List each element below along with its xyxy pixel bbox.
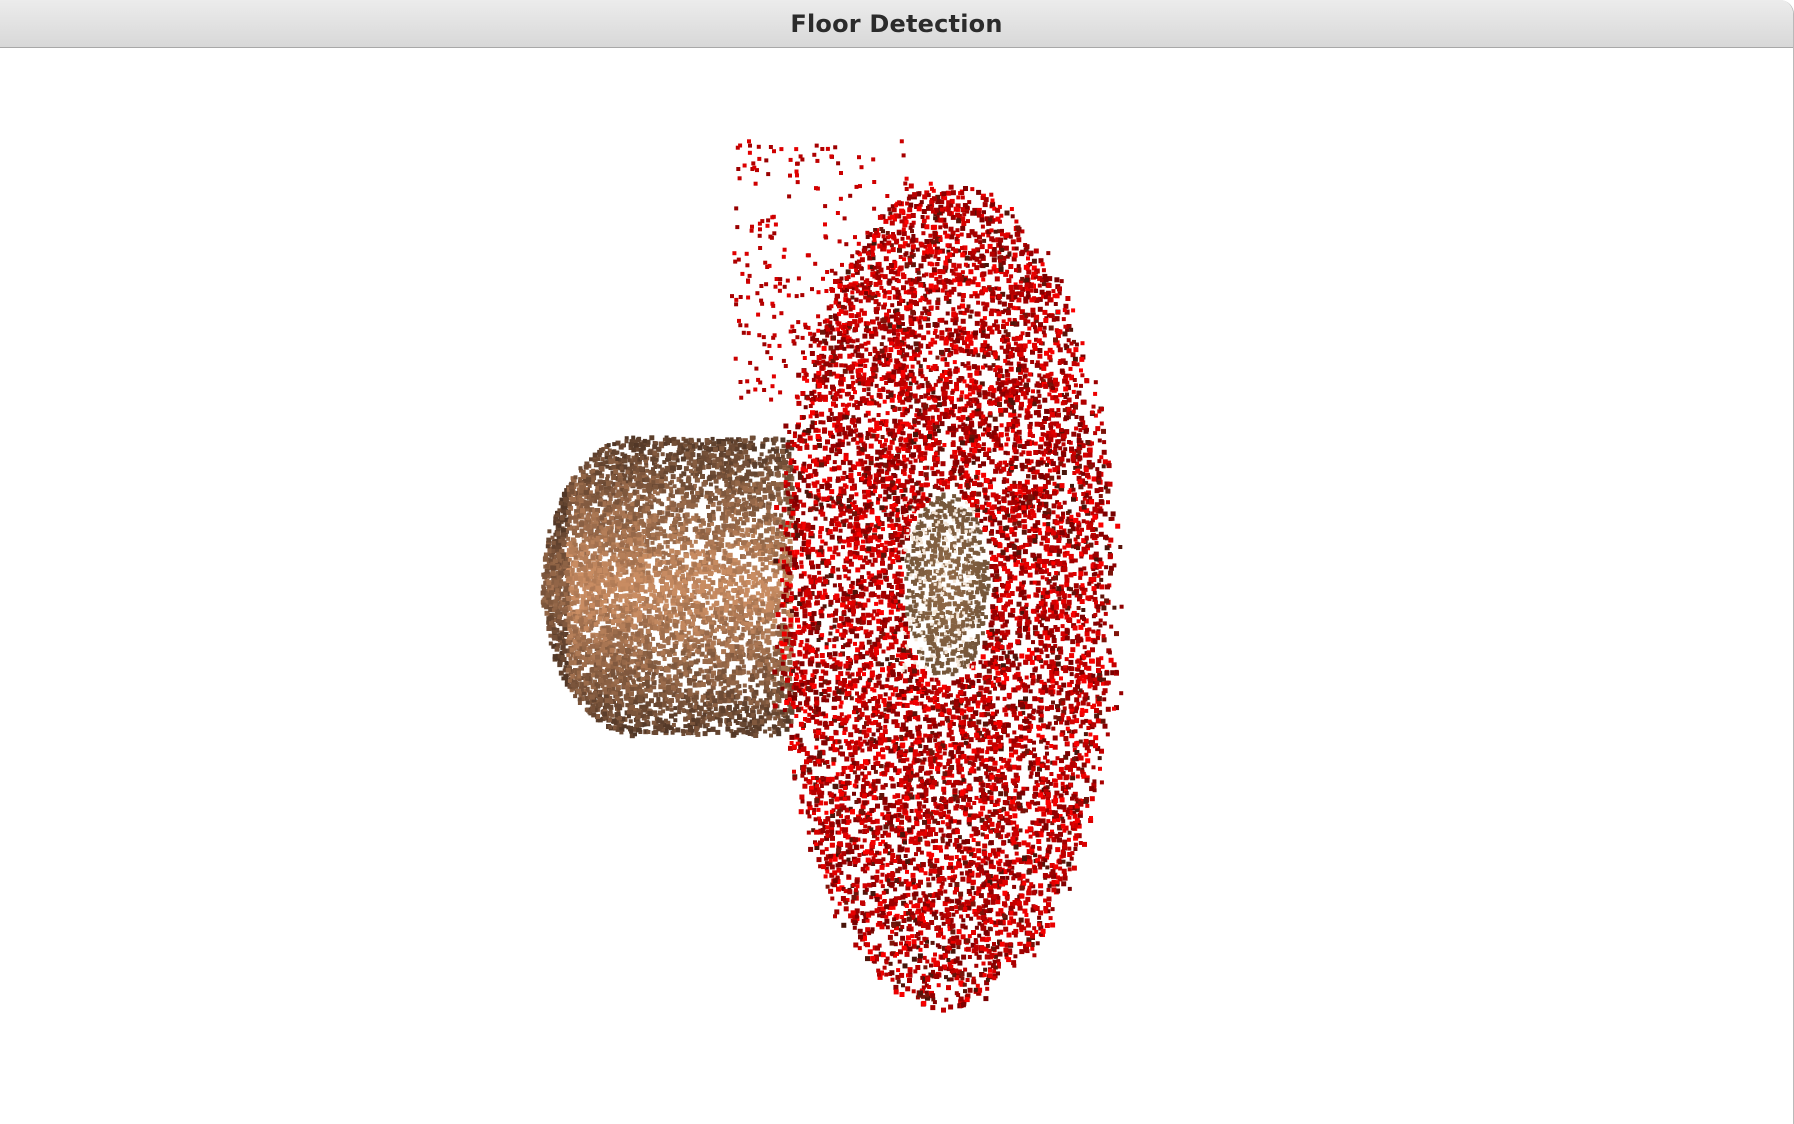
object-points	[540, 435, 795, 739]
window-title: Floor Detection	[790, 9, 1003, 38]
app-window: Floor Detection	[0, 0, 1794, 1124]
point-cloud-render[interactable]	[0, 49, 1794, 1124]
3d-viewport[interactable]	[0, 49, 1794, 1124]
title-bar[interactable]: Floor Detection	[0, 0, 1793, 48]
